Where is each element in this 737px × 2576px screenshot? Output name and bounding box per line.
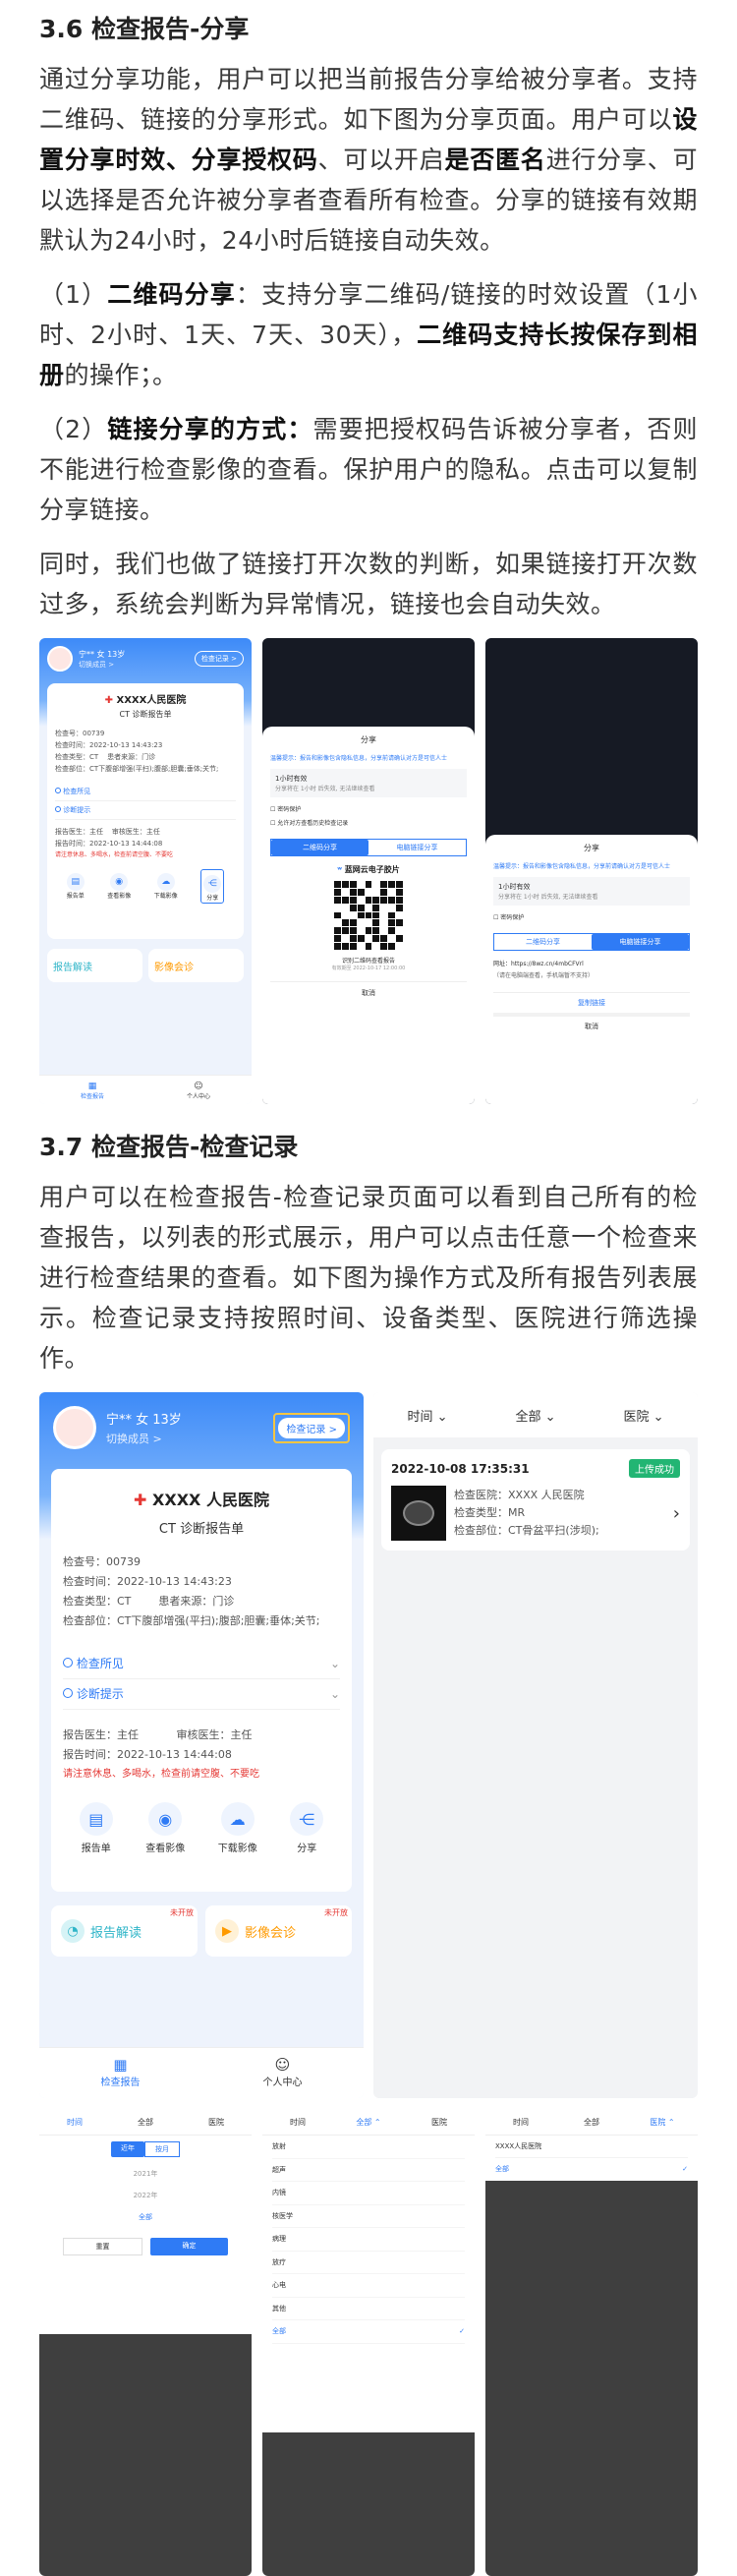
screenshot-records-list: 时间 ⌄ 全部 ⌄ 医院 ⌄ 2022-10-08 17:35:31 上传成功 … bbox=[373, 1392, 698, 2098]
findings-toggle[interactable]: 检查所见 bbox=[55, 783, 236, 801]
option-device[interactable]: 病理 bbox=[272, 2228, 465, 2252]
screenshot-filter-time: 时间 全部 医院 近年 按月 2021年 2022年 全部 重置 确定 bbox=[39, 2110, 252, 2576]
scan-thumbnail bbox=[391, 1486, 446, 1541]
brand-logo: ʷ 蓝网云电子胶片 bbox=[337, 865, 400, 874]
screenshot-filter-device: 时间 全部 ⌃ 医院 放射 超声 内镜 核医学 病理 放疗 心电 其他 全部 ✓ bbox=[262, 2110, 475, 2576]
chevron-right-icon: › bbox=[672, 1502, 680, 1524]
scanner-icon: ◉ bbox=[110, 873, 129, 891]
option-all[interactable]: 全部 ✓ bbox=[495, 2158, 688, 2180]
option-hospital[interactable]: XXXX人民医院 bbox=[495, 2136, 688, 2158]
diagnosis-toggle[interactable]: 诊断提示 ⌄ bbox=[63, 1679, 340, 1710]
action-share[interactable]: ⋲ 分享 bbox=[290, 1802, 324, 1854]
action-report[interactable]: ▤ 报告单 bbox=[66, 869, 85, 904]
option-device[interactable]: 其他 bbox=[272, 2298, 465, 2320]
action-view-image[interactable]: ◉ 查看影像 bbox=[145, 1802, 185, 1854]
share-qr-desc: （1）二维码分享：支持分享二维码/链接的时效设置（1小时、2小时、1天、7天、3… bbox=[39, 280, 698, 389]
password-checkbox[interactable]: ☐ 密码保护 bbox=[270, 803, 467, 817]
cancel-button[interactable]: 取消 bbox=[493, 1013, 690, 1036]
check-icon: ✓ bbox=[682, 2165, 688, 2173]
tab-link-share[interactable]: 电脑链接分享 bbox=[592, 934, 689, 950]
option-device[interactable]: 全部 ✓ bbox=[272, 2320, 465, 2344]
promo-report-interpret[interactable]: ◔ 报告解读 未开放 bbox=[51, 1905, 198, 1957]
clipboard-icon: ▤ bbox=[66, 873, 85, 891]
screenshot-share-link: 分享 温馨提示：报告和影像包含隐私信息，分享前请确认对方是可信人士 1小时有效 … bbox=[485, 638, 698, 1104]
findings-toggle[interactable]: 检查所见 ⌄ bbox=[63, 1649, 340, 1679]
option-device[interactable]: 放疗 bbox=[272, 2252, 465, 2274]
user-name: 宁** 女 13岁 bbox=[79, 649, 126, 659]
filter-type[interactable]: 全部 ⌄ bbox=[482, 1406, 590, 1425]
share-limit-desc: 同时，我们也做了链接打开次数的判断，如果链接打开次数过多，系统会判断为异常情况，… bbox=[39, 550, 698, 618]
tab-qr-share[interactable]: 二维码分享 bbox=[271, 840, 368, 855]
red-cross-icon: ✚ bbox=[134, 1491, 147, 1509]
clipboard-icon: ▤ bbox=[79, 1802, 113, 1836]
validity-select[interactable]: 1小时有效 分享将在 1小时 后失效, 无法继续查看 bbox=[493, 877, 690, 906]
tab-report[interactable]: ▦ 检查报告 bbox=[39, 1076, 145, 1104]
screenshot-report-large: 宁** 女 13岁 切换成员 > 检查记录 > ✚ XXXX 人民医院 CT 诊… bbox=[39, 1392, 364, 2098]
promo-image-consult[interactable]: 影像会诊 bbox=[148, 949, 244, 982]
seg-year[interactable]: 近年 bbox=[111, 2141, 144, 2157]
filter-time[interactable]: 时间 ⌄ bbox=[373, 1406, 482, 1425]
share-link-desc: （2）链接分享的方式：需要把授权码告诉被分享者，否则不能进行检查影像的查看。保护… bbox=[39, 415, 698, 524]
screenshot-share-qr: 分享 温馨提示：报告和影像包含隐私信息，分享前请确认对方是可信人士 1小时有效 … bbox=[262, 638, 475, 1104]
red-cross-icon: ✚ bbox=[104, 695, 114, 706]
allow-history-checkbox[interactable]: ☐ 允许对方查看历史检查记录 bbox=[270, 817, 467, 831]
action-download[interactable]: ☁ 下载影像 bbox=[154, 869, 178, 904]
switch-member[interactable]: 切换成员 > bbox=[106, 1431, 182, 1446]
option-device[interactable]: 心电 bbox=[272, 2274, 465, 2298]
user-name: 宁** 女 13岁 bbox=[106, 1413, 182, 1428]
qr-code bbox=[334, 881, 404, 951]
tab-profile[interactable]: ☺ 个人中心 bbox=[145, 1076, 252, 1104]
option-device[interactable]: 内镜 bbox=[272, 2182, 465, 2205]
tab-report[interactable]: ▦ 检查报告 bbox=[39, 2048, 201, 2098]
option-device[interactable]: 核医学 bbox=[272, 2205, 465, 2228]
password-checkbox[interactable]: ☐ 密码保护 bbox=[493, 911, 690, 925]
chevron-down-icon: ⌄ bbox=[329, 1687, 340, 1701]
reset-button[interactable]: 重置 bbox=[63, 2238, 142, 2255]
diagnosis-toggle[interactable]: 诊断提示 bbox=[55, 801, 236, 820]
cloud-download-icon: ☁ bbox=[156, 873, 175, 891]
avatar bbox=[47, 646, 73, 672]
promo-image-consult[interactable]: ▶ 影像会诊 未开放 bbox=[205, 1905, 352, 1957]
section-heading-records: 3.7 检查报告-检查记录 bbox=[39, 1133, 299, 1161]
records-button[interactable]: 检查记录 > bbox=[278, 1417, 345, 1438]
tab-profile[interactable]: ☺ 个人中心 bbox=[201, 2048, 364, 2098]
records-intro: 用户可以在检查报告-检查记录页面可以看到自己所有的检查报告，以列表的形式展示，用… bbox=[39, 1183, 698, 1373]
avatar bbox=[53, 1406, 96, 1449]
status-badge: 上传成功 bbox=[629, 1459, 680, 1478]
action-report[interactable]: ▤ 报告单 bbox=[79, 1802, 113, 1854]
copy-link-button[interactable]: 复制链接 bbox=[493, 992, 690, 1013]
share-icon: ⋲ bbox=[290, 1802, 324, 1836]
tab-qr-share[interactable]: 二维码分享 bbox=[494, 934, 592, 950]
scanner-icon: ◉ bbox=[148, 1802, 183, 1836]
validity-select[interactable]: 1小时有效 分享将在 1小时 后失效, 无法继续查看 bbox=[270, 769, 467, 797]
records-button[interactable]: 检查记录 > bbox=[194, 651, 244, 667]
section-heading-share: 3.6 检查报告-分享 bbox=[39, 15, 250, 43]
share-url: 网址：https://8wz.cn/4mbCFVrl bbox=[493, 961, 584, 967]
record-item[interactable]: 2022-10-08 17:35:31 上传成功 检查医院：XXXX 人民医院 … bbox=[381, 1449, 690, 1551]
chevron-down-icon: ⌄ bbox=[329, 1657, 340, 1670]
switch-member[interactable]: 切换成员 > bbox=[79, 660, 125, 670]
option-device[interactable]: 超声 bbox=[272, 2159, 465, 2182]
screenshot-filter-hospital: 时间 全部 医院 ⌃ XXXX人民医院 全部 ✓ bbox=[485, 2110, 698, 2576]
confirm-button[interactable]: 确定 bbox=[150, 2238, 228, 2255]
seg-month[interactable]: 按月 bbox=[144, 2141, 180, 2157]
share-intro: 通过分享功能，用户可以把当前报告分享给被分享者。支持二维码、链接的分享形式。如下… bbox=[39, 65, 698, 255]
screenshot-report-page: 宁** 女 13岁 切换成员 > 检查记录 > ✚ XXXX人民医院 CT 诊断… bbox=[39, 638, 252, 1104]
action-share[interactable]: ⋲ 分享 bbox=[200, 869, 225, 904]
promo-report-interpret[interactable]: 报告解读 bbox=[47, 949, 142, 982]
action-download[interactable]: ☁ 下载影像 bbox=[218, 1802, 257, 1854]
cloud-download-icon: ☁ bbox=[220, 1802, 255, 1836]
action-view-image[interactable]: ◉ 查看影像 bbox=[107, 869, 131, 904]
option-device[interactable]: 放射 bbox=[272, 2136, 465, 2159]
check-icon: ✓ bbox=[459, 2327, 465, 2335]
tab-link-share[interactable]: 电脑链接分享 bbox=[368, 840, 466, 855]
share-icon: ⋲ bbox=[203, 875, 222, 893]
filter-hospital[interactable]: 医院 ⌄ bbox=[590, 1406, 698, 1425]
logo-icon: ʷ bbox=[337, 865, 342, 874]
cancel-button[interactable]: 取消 bbox=[270, 981, 467, 1004]
